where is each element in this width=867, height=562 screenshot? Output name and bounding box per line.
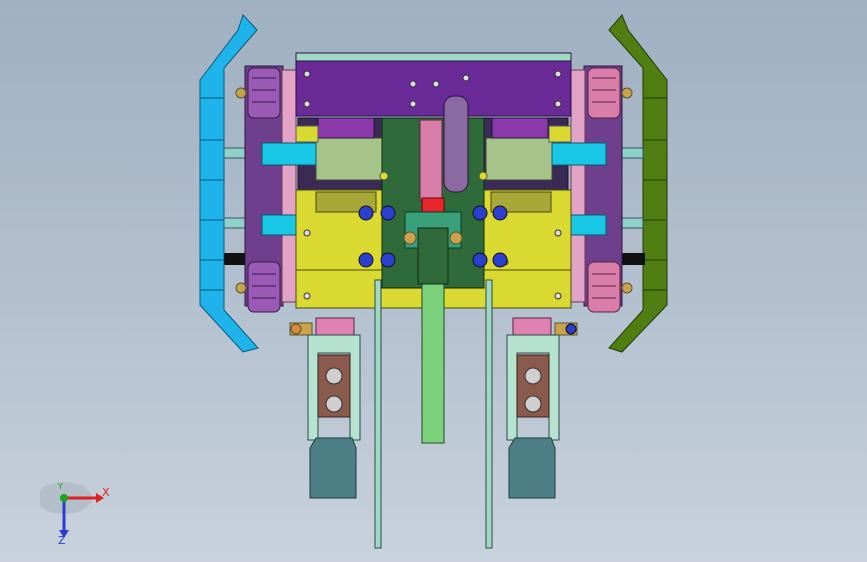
axis-x-label: X (102, 486, 110, 499)
axis-z-label: Z (58, 534, 66, 547)
axis-triad: X Y Z (36, 478, 120, 548)
axis-y-label: Y (58, 482, 63, 491)
left-leg (289, 317, 361, 499)
right-leg (506, 317, 578, 499)
top-plate (295, 52, 572, 117)
center-blade (417, 227, 449, 444)
cad-viewport[interactable] (0, 0, 867, 562)
